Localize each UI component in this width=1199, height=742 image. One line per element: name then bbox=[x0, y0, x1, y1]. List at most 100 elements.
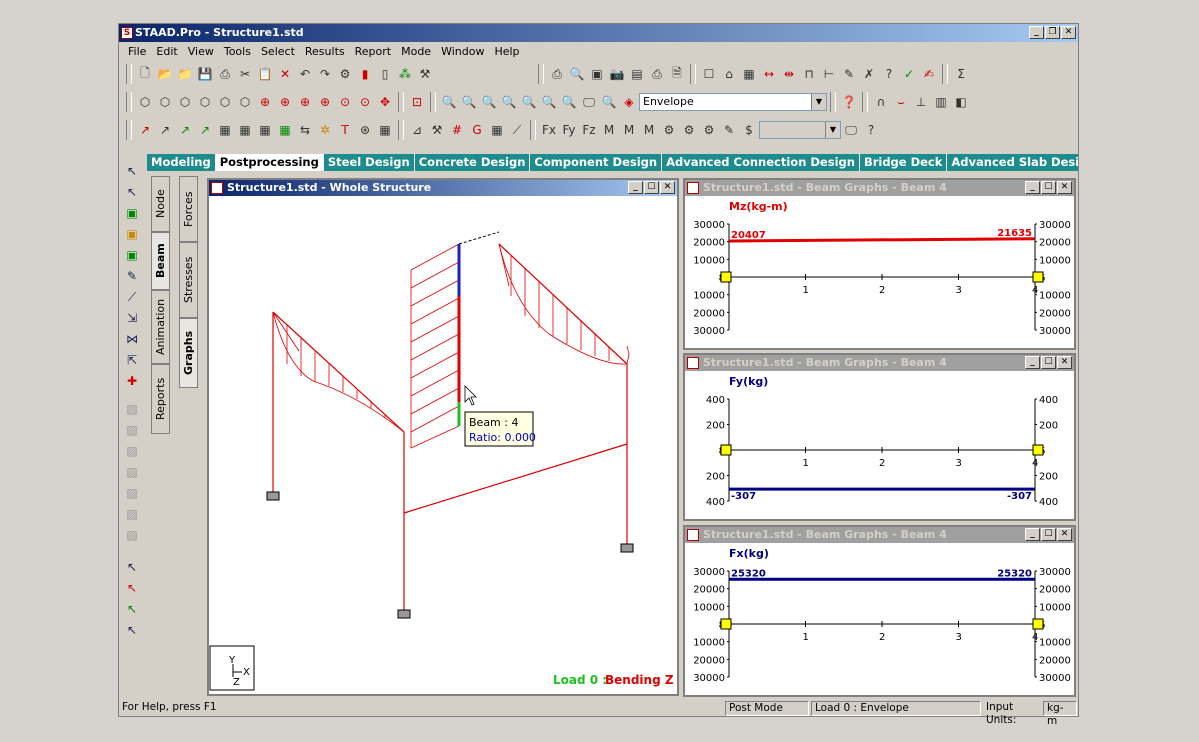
maximize-button[interactable]: ☐ bbox=[1041, 181, 1056, 194]
end-node-marker[interactable] bbox=[1032, 444, 1044, 456]
plate-stress-icon[interactable]: ⚙ bbox=[679, 120, 699, 140]
fy-icon[interactable]: Fy bbox=[559, 120, 579, 140]
cursor-icon[interactable]: ↖ bbox=[122, 161, 142, 181]
symbol-icon[interactable]: Σ bbox=[951, 64, 971, 84]
color-icon[interactable]: ◧ bbox=[951, 92, 971, 112]
support-center[interactable] bbox=[397, 609, 411, 619]
support-left[interactable] bbox=[266, 491, 280, 501]
rotate-down-icon[interactable]: ⊕ bbox=[275, 92, 295, 112]
view-output-icon[interactable]: ▯ bbox=[375, 64, 395, 84]
dimension-icon[interactable]: ↔ bbox=[759, 64, 779, 84]
select-all-icon[interactable]: ⊛ bbox=[355, 120, 375, 140]
start-node-marker[interactable] bbox=[720, 618, 732, 630]
delete-icon[interactable]: ✕ bbox=[275, 64, 295, 84]
zoom-icon[interactable]: 🔍 bbox=[439, 92, 459, 112]
side-tab-beam[interactable]: Beam bbox=[151, 232, 170, 290]
bending-z-icon[interactable]: ⌣ bbox=[891, 92, 911, 112]
select-beams-icon[interactable]: ↗ bbox=[155, 120, 175, 140]
open-folder-icon[interactable]: 📁 bbox=[175, 64, 195, 84]
camera-icon[interactable]: 📷 bbox=[607, 64, 627, 84]
menu-window[interactable]: Window bbox=[436, 45, 489, 58]
select-plates-icon[interactable]: ↗ bbox=[175, 120, 195, 140]
menu-edit[interactable]: Edit bbox=[151, 45, 182, 58]
whole-structure-view[interactable]: Structure1.std - Whole Structure _ ☐ ✕ B… bbox=[207, 178, 679, 696]
minimize-button[interactable]: _ bbox=[628, 181, 643, 194]
tab-advanced-slab-design[interactable]: Advanced Slab Design bbox=[947, 154, 1078, 171]
undo-icon[interactable]: ↶ bbox=[295, 64, 315, 84]
line-tool-icon[interactable]: ⟋ bbox=[507, 120, 527, 140]
end-node-marker[interactable] bbox=[1032, 271, 1044, 283]
pan-icon[interactable]: ✥ bbox=[375, 92, 395, 112]
surface-tool-icon[interactable]: ▣ bbox=[122, 245, 142, 265]
spin-left-icon[interactable]: ⊙ bbox=[335, 92, 355, 112]
beam-graph-icon[interactable]: ▥ bbox=[931, 92, 951, 112]
restore-button[interactable]: ❐ bbox=[1045, 26, 1060, 39]
zoom-all-icon[interactable]: 🔍 bbox=[499, 92, 519, 112]
side-tab-node[interactable]: Node bbox=[151, 176, 170, 232]
graph-panel-fy[interactable]: Structure1.std - Beam Graphs - Beam 4 _ … bbox=[683, 353, 1076, 521]
end-node-marker[interactable] bbox=[1032, 618, 1044, 630]
cursor-beam-icon[interactable]: ↖ bbox=[122, 578, 142, 598]
print-preview-icon[interactable]: ⎙ bbox=[215, 64, 235, 84]
close-button[interactable]: ✕ bbox=[1061, 26, 1076, 39]
maximize-button[interactable]: ☐ bbox=[1041, 528, 1056, 541]
tab-postprocessing[interactable]: Postprocessing bbox=[215, 154, 324, 171]
tab-bridge-deck[interactable]: Bridge Deck bbox=[860, 154, 948, 171]
beam-right[interactable] bbox=[498, 243, 628, 365]
help-icon[interactable]: ? bbox=[879, 64, 899, 84]
dollar-icon[interactable]: $ bbox=[739, 120, 759, 140]
minimize-button[interactable]: _ bbox=[1029, 26, 1044, 39]
grid-tool-icon[interactable]: # bbox=[447, 120, 467, 140]
close-button[interactable]: ✕ bbox=[1057, 356, 1072, 369]
select-icon[interactable]: ↖ bbox=[122, 182, 142, 202]
side-tab-animation[interactable]: Animation bbox=[151, 290, 170, 364]
stress-icon[interactable]: ⚙ bbox=[659, 120, 679, 140]
menu-select[interactable]: Select bbox=[256, 45, 300, 58]
tab-advanced-connection-design[interactable]: Advanced Connection Design bbox=[662, 154, 860, 171]
node-label-icon[interactable]: ⊢ bbox=[819, 64, 839, 84]
tab-modeling[interactable]: Modeling bbox=[147, 154, 216, 171]
front-view-icon[interactable]: ⬡ bbox=[155, 92, 175, 112]
select-supports-icon[interactable]: ⇆ bbox=[295, 120, 315, 140]
start-node-marker[interactable] bbox=[720, 271, 732, 283]
bending-icon[interactable]: ∩ bbox=[871, 92, 891, 112]
section-icon[interactable]: ⊥ bbox=[911, 92, 931, 112]
window-icon[interactable]: ☐ bbox=[699, 64, 719, 84]
report-icon[interactable]: ▤ bbox=[627, 64, 647, 84]
menu-mode[interactable]: Mode bbox=[396, 45, 436, 58]
magnify-icon[interactable]: 🔍 bbox=[599, 92, 619, 112]
save-icon[interactable]: 💾 bbox=[195, 64, 215, 84]
paste-icon[interactable]: 📋 bbox=[255, 64, 275, 84]
iso-view-icon[interactable]: ⬡ bbox=[135, 92, 155, 112]
minimize-button[interactable]: _ bbox=[1025, 356, 1040, 369]
add-node-icon[interactable]: ✚ bbox=[122, 371, 142, 391]
graph-panel-mz[interactable]: Structure1.std - Beam Graphs - Beam 4 _ … bbox=[683, 178, 1076, 350]
rotate-left-icon[interactable]: ⊕ bbox=[295, 92, 315, 112]
beam-tool-icon[interactable]: ⚒ bbox=[427, 120, 447, 140]
dynamic-zoom-icon[interactable]: 🔍 bbox=[539, 92, 559, 112]
right-view-icon[interactable]: ⬡ bbox=[215, 92, 235, 112]
structure-wizard-icon[interactable]: ⚙ bbox=[335, 64, 355, 84]
query-icon[interactable]: ❓ bbox=[839, 92, 859, 112]
minimize-button[interactable]: _ bbox=[1025, 181, 1040, 194]
solid-stress-icon[interactable]: ⚙ bbox=[699, 120, 719, 140]
rotate-right-icon[interactable]: ⊕ bbox=[315, 92, 335, 112]
graph-panel-fx[interactable]: Structure1.std - Beam Graphs - Beam 4 _ … bbox=[683, 525, 1076, 697]
select-grid-icon[interactable]: ▦ bbox=[375, 120, 395, 140]
print-icon[interactable]: ⎙ bbox=[547, 64, 567, 84]
close-button[interactable]: ✕ bbox=[1057, 181, 1072, 194]
pencil-icon[interactable]: ✎ bbox=[719, 120, 739, 140]
label-icon[interactable]: ⇹ bbox=[779, 64, 799, 84]
rotate-up-icon[interactable]: ⊕ bbox=[255, 92, 275, 112]
left-view-icon[interactable]: ⬡ bbox=[195, 92, 215, 112]
menu-report[interactable]: Report bbox=[350, 45, 396, 58]
graph-canvas-fx[interactable]: Fx(kg)3000020000100008100002000030000300… bbox=[685, 543, 1074, 695]
load-case-select[interactable]: Envelope ▼ bbox=[639, 93, 827, 111]
check-icon[interactable]: ✓ bbox=[899, 64, 919, 84]
back-view-icon[interactable]: ⬡ bbox=[175, 92, 195, 112]
hammer-icon[interactable]: ⚒ bbox=[415, 64, 435, 84]
tab-component-design[interactable]: Component Design bbox=[530, 154, 663, 171]
select-t-icon[interactable]: T bbox=[335, 120, 355, 140]
mz-icon[interactable]: M bbox=[639, 120, 659, 140]
menu-file[interactable]: File bbox=[123, 45, 151, 58]
